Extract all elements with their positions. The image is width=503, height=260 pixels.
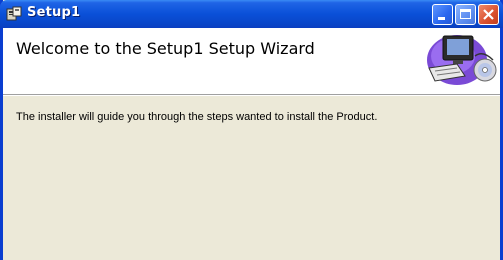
computer-with-cd-icon — [423, 30, 499, 86]
setup-installer-icon[interactable] — [6, 6, 22, 22]
title-bar[interactable]: Setup1 — [0, 0, 503, 28]
maximize-button[interactable] — [455, 4, 476, 25]
minimize-button[interactable] — [432, 4, 453, 25]
intro-message: The installer will guide you through the… — [16, 111, 378, 123]
minimize-icon — [438, 17, 445, 20]
maximize-icon — [460, 9, 471, 19]
close-button[interactable] — [478, 4, 499, 25]
setup-window: Setup1 Welcome to the Setup1 Setup Wizar… — [0, 0, 503, 260]
window-title: Setup1 — [27, 5, 81, 20]
wizard-title: Welcome to the Setup1 Setup Wizard — [16, 39, 315, 58]
wizard-header: Welcome to the Setup1 Setup Wizard — [3, 28, 500, 95]
header-separator — [3, 95, 500, 96]
close-icon — [483, 9, 494, 20]
